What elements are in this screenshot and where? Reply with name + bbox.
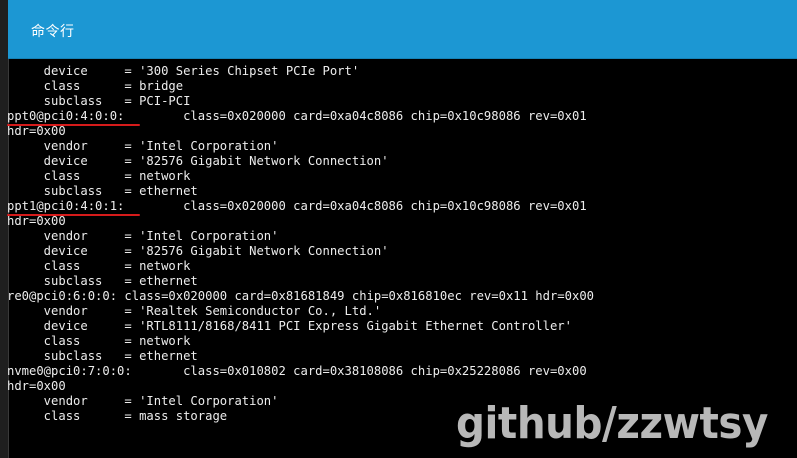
terminal-line: class = bridge bbox=[7, 79, 184, 93]
terminal-line-device-nvme0: nvme0@pci0:7:0:0: class=0x010802 card=0x… bbox=[7, 364, 587, 378]
terminal-line-device-ppt0: ppt0@pci0:4:0:0: class=0x020000 card=0xa… bbox=[7, 109, 587, 123]
terminal-line: subclass = ethernet bbox=[7, 349, 198, 363]
terminal-line: hdr=0x00 bbox=[7, 214, 66, 228]
terminal-line: subclass = PCI-PCI bbox=[7, 94, 191, 108]
window-title: 命令行 bbox=[31, 24, 75, 40]
terminal-line: class = network bbox=[7, 334, 191, 348]
terminal-line: vendor = 'Realtek Semiconductor Co., Ltd… bbox=[7, 304, 382, 318]
terminal-line: vendor = 'Intel Corporation' bbox=[7, 229, 279, 243]
terminal-line-device-ppt1: ppt1@pci0:4:0:1: class=0x020000 card=0xa… bbox=[7, 199, 587, 213]
terminal-line-device-re0: re0@pci0:6:0:0: class=0x020000 card=0x81… bbox=[7, 289, 594, 303]
terminal-line: device = '82576 Gigabit Network Connecti… bbox=[7, 154, 389, 168]
watermark: github/zzwtsy bbox=[456, 398, 768, 449]
terminal-line: device = '300 Series Chipset PCIe Port' bbox=[7, 64, 360, 78]
terminal-line: device = '82576 Gigabit Network Connecti… bbox=[7, 244, 389, 258]
terminal-line: subclass = ethernet bbox=[7, 184, 198, 198]
terminal-line: hdr=0x00 bbox=[7, 124, 66, 138]
terminal-line: class = network bbox=[7, 169, 191, 183]
terminal-line: hdr=0x00 bbox=[7, 379, 66, 393]
ppt0-underline-annotation bbox=[7, 124, 140, 126]
terminal-line: device = 'RTL8111/8168/8411 PCI Express … bbox=[7, 319, 572, 333]
terminal-line: class = network bbox=[7, 259, 191, 273]
command-line-window: 命令行 device = '300 Series Chipset PCIe Po… bbox=[0, 0, 797, 458]
terminal-line: subclass = ethernet bbox=[7, 274, 198, 288]
terminal-lines: device = '300 Series Chipset PCIe Port' … bbox=[7, 64, 594, 424]
ppt1-underline-annotation bbox=[7, 214, 140, 216]
terminal-line: vendor = 'Intel Corporation' bbox=[7, 139, 279, 153]
title-bar[interactable]: 命令行 bbox=[8, 0, 797, 59]
